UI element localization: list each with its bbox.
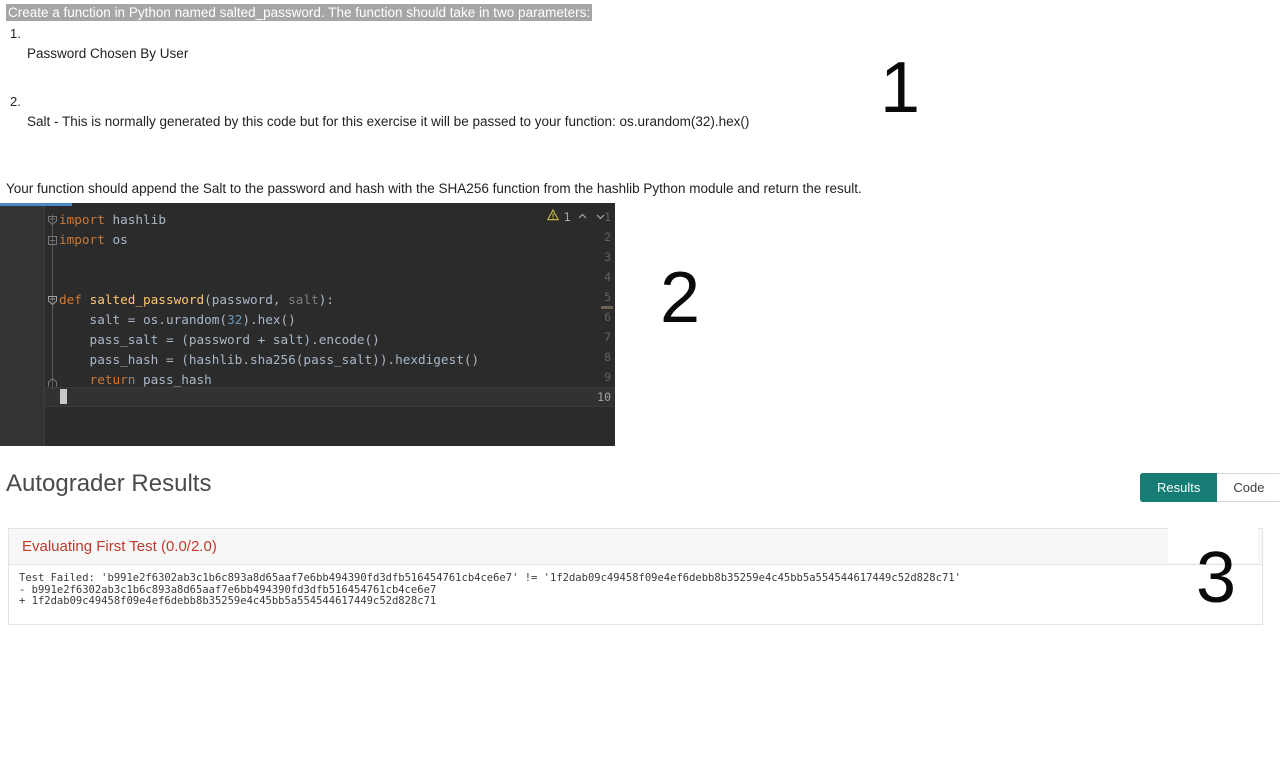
text-caret [60, 389, 67, 404]
list-item-2-number: 2. [10, 94, 21, 109]
code-line-6: salt = os.urandom(32).hex() [59, 310, 296, 330]
result-output-line: Test Failed: 'b991e2f6302ab3c1b6c893a8d6… [19, 572, 961, 584]
code-token-keyword: def [59, 292, 90, 307]
view-toggle-group[interactable]: Results Code [1140, 473, 1280, 502]
code-token-number: 32 [227, 312, 243, 327]
code-token-plain: salt = os.urandom( [59, 312, 228, 327]
prompt-text: Create a function in Python named salted… [6, 4, 593, 21]
editor-gutter[interactable] [0, 206, 44, 446]
code-token-plain: pass_salt = (password + salt).encode() [59, 332, 380, 347]
list-item-1-number: 1. [10, 26, 21, 41]
fold-column[interactable] [45, 206, 59, 446]
fold-toggle-icon[interactable] [47, 291, 58, 306]
result-panel-body: Test Failed: 'b991e2f6302ab3c1b6c893a8d6… [9, 565, 1262, 608]
chevron-up-icon[interactable] [576, 210, 589, 223]
code-token-unused-param: salt [288, 292, 319, 307]
annotation-marker-2: 2 [660, 258, 701, 338]
instructions-paragraph: Your function should append the Salt to … [6, 181, 862, 196]
fold-toggle-icon[interactable] [47, 231, 58, 245]
chevron-down-icon[interactable] [594, 210, 607, 223]
inspection-widget[interactable]: 1 [546, 208, 607, 224]
result-panel-header: Evaluating First Test (0.0/2.0) [9, 529, 1262, 565]
result-output-line: + 1f2dab09c49458f09e4ef6debb8b35259e4c45… [19, 595, 437, 607]
tab-code[interactable]: Code [1217, 473, 1280, 502]
code-line-1: import hashlib [59, 210, 166, 230]
code-line-2: import os [59, 230, 128, 250]
warning-triangle-icon [546, 208, 559, 224]
code-editor[interactable]: 1 2 3 4 5 6 7 8 9 10 import hashlib impo… [0, 203, 615, 446]
list-item-2-text: Salt - This is normally generated by thi… [27, 114, 750, 129]
code-token-plain: ): [318, 292, 335, 307]
fold-toggle-icon[interactable] [47, 211, 58, 226]
code-token-plain: pass_hash = (hashlib.sha256(pass_salt)).… [59, 352, 480, 367]
error-stripe-marker[interactable] [601, 306, 613, 309]
page-title: Autograder Results [6, 470, 212, 497]
code-line-8: pass_hash = (hashlib.sha256(pass_salt)).… [59, 350, 480, 370]
tab-results[interactable]: Results [1140, 473, 1218, 502]
code-token-plain: os [104, 232, 128, 247]
code-token-plain: ).hex() [242, 312, 296, 327]
code-line-9: return pass_hash [59, 370, 212, 390]
fold-end-icon[interactable] [47, 373, 58, 387]
code-token-keyword: import [59, 212, 105, 227]
code-token-keyword: return [89, 372, 136, 387]
warning-count: 1 [563, 209, 571, 224]
code-token-plain: hashlib [104, 212, 166, 227]
code-line-7: pass_salt = (password + salt).encode() [59, 330, 380, 350]
code-token-plain: pass_hash [135, 372, 212, 387]
code-token-plain: (password, [204, 292, 289, 307]
list-item-1-text: Password Chosen By User [27, 46, 189, 61]
annotation-marker-3: 3 [1196, 538, 1237, 618]
code-line-5: def salted_password(password, salt): [59, 290, 334, 310]
code-text-area[interactable]: import hashlib import os def salted_pass… [59, 206, 615, 446]
annotation-marker-1: 1 [880, 48, 921, 128]
result-panel: Evaluating First Test (0.0/2.0) Test Fai… [8, 528, 1263, 625]
result-title: Evaluating First Test (0.0/2.0) [22, 538, 217, 555]
code-token-function: salted_password [89, 292, 205, 307]
code-token-keyword: import [59, 232, 105, 247]
